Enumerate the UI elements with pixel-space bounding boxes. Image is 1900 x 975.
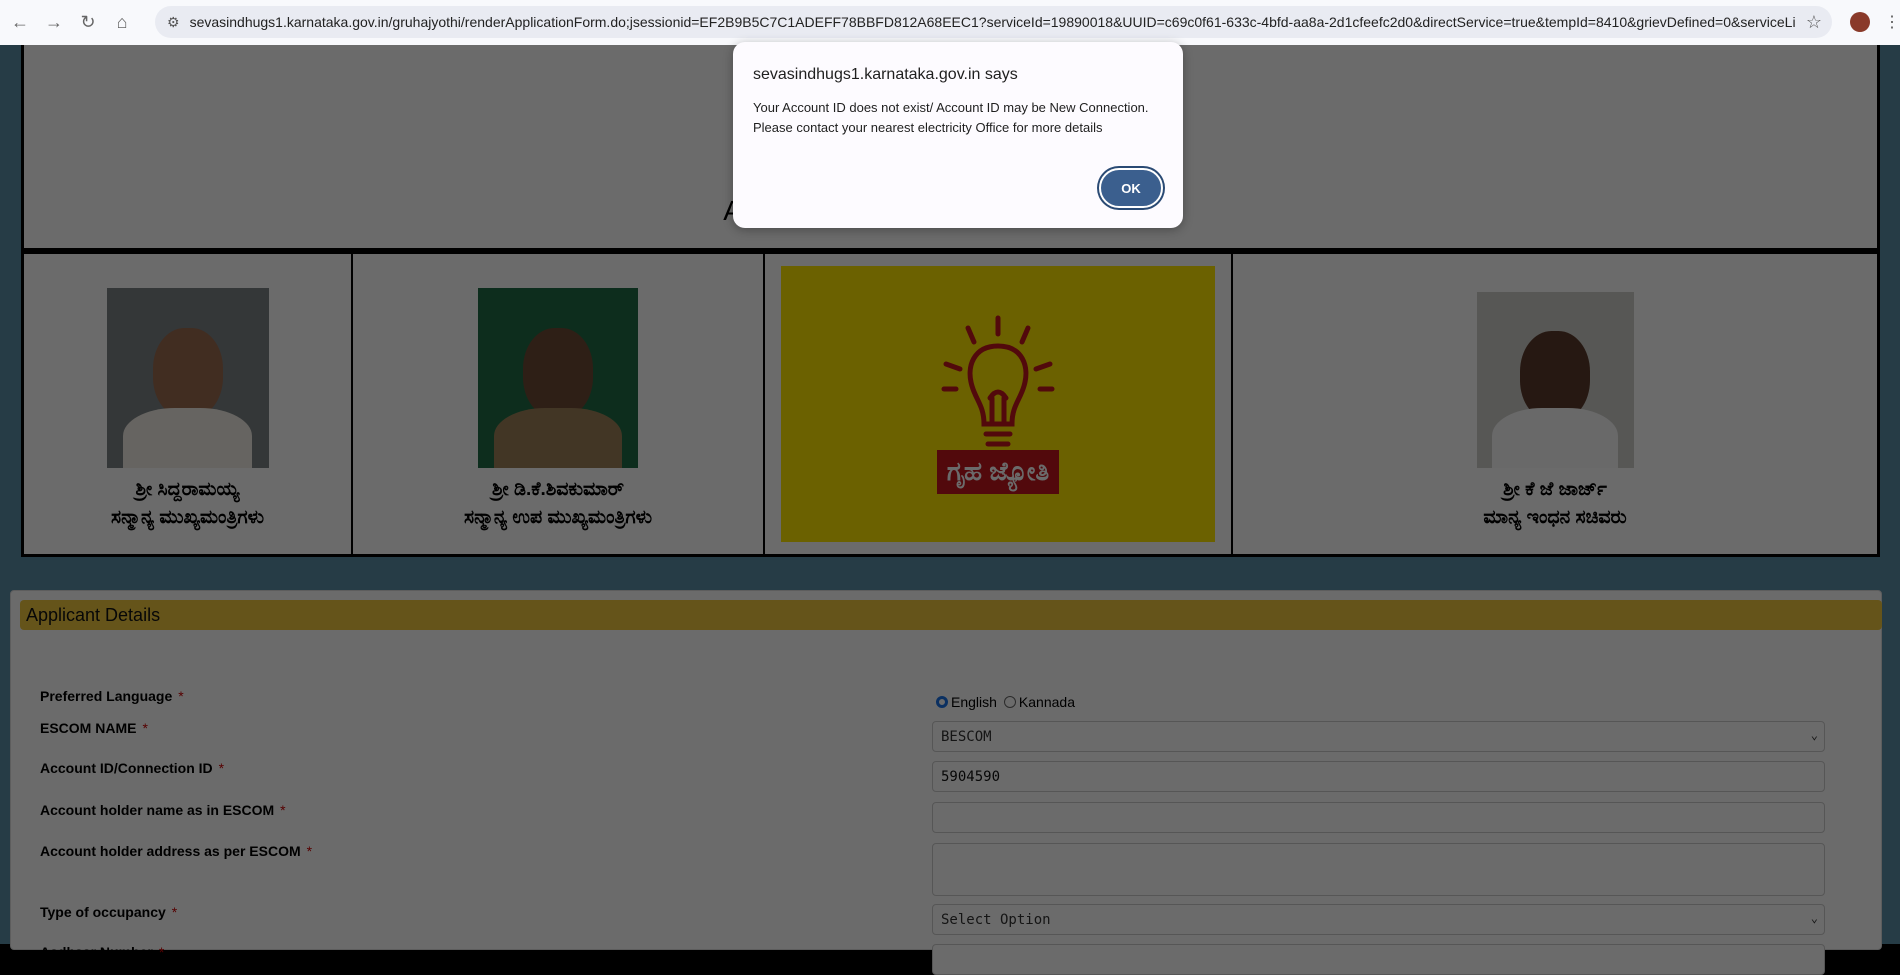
- leader-card: ಶ್ರೀ ಸಿದ್ದರಾಮಯ್ಯ ಸನ್ಮಾನ್ಯ ಮುಖ್ಯಮಂತ್ರಿಗಳು: [24, 254, 353, 554]
- holder-address-textarea[interactable]: [932, 843, 1825, 896]
- leader-card: ಶ್ರೀ ಕೆ ಜೆ ಜಾರ್ಜ್ ಮಾನ್ಯ ಇಂಧನ ಸಚಿವರು: [1233, 254, 1877, 554]
- leader-role: ಮಾನ್ಯ ಇಂಧನ ಸಚಿವರು: [1483, 507, 1627, 528]
- forward-icon[interactable]: →: [40, 9, 68, 37]
- chevron-down-icon: ⌄: [1810, 911, 1818, 925]
- occupancy-label: Type of occupancy *: [40, 904, 178, 920]
- gruha-jyothi-logo: ಗೃಹ ಜ್ಯೋತಿ: [781, 266, 1215, 542]
- back-icon[interactable]: ←: [6, 9, 34, 37]
- aadhaar-input[interactable]: [932, 944, 1825, 975]
- profile-avatar[interactable]: [1850, 12, 1870, 32]
- applicant-form: Applicant Details Preferred Language * En…: [10, 590, 1882, 975]
- radio-english-label[interactable]: English: [951, 694, 997, 710]
- escom-name-select[interactable]: BESCOM ⌄: [932, 721, 1825, 752]
- preferred-language-radio-group: English Kannada: [936, 694, 1075, 710]
- section-title: Applicant Details: [20, 600, 1882, 630]
- leader-photo: [106, 288, 269, 468]
- ok-button[interactable]: OK: [1099, 168, 1163, 208]
- leader-name: ಶ್ರೀ ಕೆ ಜೆ ಜಾರ್ಜ್: [1503, 479, 1607, 500]
- alert-dialog: sevasindhugs1.karnataka.gov.in says Your…: [733, 42, 1183, 228]
- holder-name-label: Account holder name as in ESCOM *: [40, 802, 286, 818]
- radio-english[interactable]: [936, 696, 948, 708]
- holder-name-input[interactable]: [932, 802, 1825, 833]
- leader-photo: [478, 288, 638, 468]
- leader-card: ಶ್ರೀ ಡಿ.ಕೆ.ಶಿವಕುಮಾರ್ ಸನ್ಮಾನ್ಯ ಉಪ ಮುಖ್ಯಮಂ…: [353, 254, 765, 554]
- lightbulb-icon: [941, 315, 1055, 447]
- browser-toolbar: ← → ↻ ⌂ ⚙ sevasindhugs1.karnataka.gov.in…: [0, 0, 1900, 45]
- dialog-message-line1: Your Account ID does not exist/ Account …: [753, 100, 1149, 115]
- dialog-message-line2: Please contact your nearest electricity …: [753, 120, 1103, 135]
- leader-name: ಶ್ರೀ ಸಿದ್ದರಾಮಯ್ಯ: [135, 479, 240, 500]
- leaders-banner: ಶ್ರೀ ಸಿದ್ದರಾಮಯ್ಯ ಸನ್ಮಾನ್ಯ ಮುಖ್ಯಮಂತ್ರಿಗಳು…: [21, 251, 1880, 557]
- logo-cell: ಗೃಹ ಜ್ಯೋತಿ: [765, 254, 1233, 554]
- url-text[interactable]: sevasindhugs1.karnataka.gov.in/gruhajyot…: [190, 14, 1796, 30]
- dialog-title: sevasindhugs1.karnataka.gov.in says: [753, 66, 1018, 83]
- preferred-language-label: Preferred Language *: [40, 688, 184, 704]
- holder-address-label: Account holder address as per ESCOM *: [40, 843, 313, 859]
- leader-role: ಸನ್ಮಾನ್ಯ ಮುಖ್ಯಮಂತ್ರಿಗಳು: [111, 507, 264, 528]
- leader-photo: [1476, 292, 1634, 468]
- site-info-icon[interactable]: ⚙: [167, 14, 180, 31]
- home-icon[interactable]: ⌂: [108, 9, 136, 37]
- radio-kannada[interactable]: [1003, 696, 1016, 708]
- account-id-label: Account ID/Connection ID *: [40, 760, 225, 776]
- chevron-down-icon: ⌄: [1810, 728, 1818, 742]
- leader-role: ಸನ್ಮಾನ್ಯ ಉಪ ಮುಖ್ಯಮಂತ್ರಿಗಳು: [463, 507, 653, 528]
- bookmark-star-icon[interactable]: ☆: [1796, 12, 1832, 33]
- radio-kannada-label[interactable]: Kannada: [1019, 694, 1075, 710]
- reload-icon[interactable]: ↻: [74, 9, 102, 37]
- escom-name-label: ESCOM NAME *: [40, 720, 148, 736]
- occupancy-select[interactable]: Select Option ⌄: [932, 904, 1825, 935]
- account-id-input[interactable]: 5904590: [932, 761, 1825, 792]
- leader-name: ಶ್ರೀ ಡಿ.ಕೆ.ಶಿವಕುಮಾರ್: [491, 479, 625, 500]
- address-bar[interactable]: ⚙ sevasindhugs1.karnataka.gov.in/gruhajy…: [155, 6, 1832, 38]
- more-menu-icon[interactable]: ⋮: [1884, 12, 1900, 32]
- logo-label: ಗೃಹ ಜ್ಯೋತಿ: [936, 450, 1060, 494]
- aadhaar-label: Aadhaar Number *: [40, 944, 165, 960]
